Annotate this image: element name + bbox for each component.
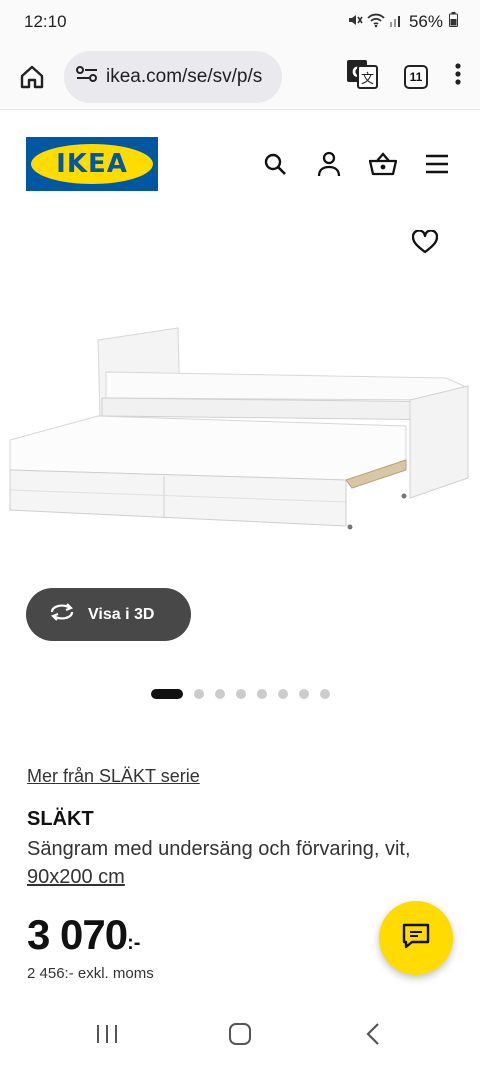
site-header: IKEA — [0, 110, 480, 218]
ikea-logo[interactable]: IKEA — [26, 137, 158, 191]
view-3d-label: Visa i 3D — [88, 605, 155, 623]
view-3d-button[interactable]: Visa i 3D — [26, 588, 191, 641]
gallery-dot[interactable] — [298, 689, 309, 699]
rotate-3d-icon — [48, 602, 76, 627]
status-right: 56% — [347, 12, 458, 33]
gallery-dot[interactable] — [150, 689, 183, 699]
hamburger-menu-icon[interactable] — [422, 149, 452, 179]
gallery-dot[interactable] — [256, 689, 267, 699]
home-icon[interactable] — [14, 59, 50, 95]
tab-switcher-icon[interactable]: 11 — [404, 64, 428, 89]
series-link[interactable]: Mer från SLÄKT serie — [27, 766, 200, 787]
cart-icon[interactable] — [368, 149, 398, 179]
battery-percent: 56% — [408, 12, 443, 31]
signal-icon — [389, 12, 403, 33]
mute-icon — [347, 12, 363, 33]
back-icon[interactable] — [343, 1014, 403, 1054]
gallery-dot[interactable] — [193, 689, 204, 699]
svg-text:文: 文 — [361, 72, 374, 87]
gallery-dot[interactable] — [319, 689, 330, 699]
wifi-icon — [367, 12, 385, 33]
translate-icon[interactable]: G文 — [346, 59, 378, 94]
search-icon[interactable] — [260, 149, 290, 179]
gallery-dot[interactable] — [277, 689, 288, 699]
chat-button[interactable] — [379, 901, 453, 975]
chat-icon — [402, 923, 430, 954]
address-bar[interactable]: ikea.com/se/sv/p/s — [64, 50, 282, 103]
product-image — [9, 327, 469, 530]
system-nav-bar — [0, 1000, 480, 1067]
url-text[interactable]: ikea.com/se/sv/p/s — [106, 66, 262, 88]
status-bar: 12:10 56% — [0, 0, 480, 44]
browser-toolbar: ikea.com/se/sv/p/s G文 11 — [0, 44, 480, 110]
logo-text: IKEA — [56, 149, 128, 179]
battery-icon — [449, 12, 458, 32]
price-excl-vat: 2 456:- exkl. moms — [27, 965, 154, 982]
heart-icon[interactable] — [411, 229, 440, 258]
product-gallery[interactable]: Visa i 3D — [0, 218, 480, 658]
price-suffix: :- — [127, 932, 141, 954]
product-description: Sängram med undersäng och förvaring, vit… — [27, 835, 437, 891]
recent-apps-icon[interactable] — [77, 1014, 137, 1054]
account-icon[interactable] — [314, 149, 344, 179]
gallery-dot[interactable] — [235, 689, 246, 699]
size-link[interactable]: 90x200 cm — [27, 866, 125, 888]
gallery-dot[interactable] — [214, 689, 225, 699]
logo-oval: IKEA — [31, 144, 153, 184]
product-description-text: Sängram med undersäng och förvaring, vit… — [27, 838, 411, 860]
site-settings-icon[interactable] — [76, 65, 98, 88]
gallery-pagination — [0, 688, 480, 700]
price-main: 3 070 — [27, 911, 128, 958]
home-nav-icon[interactable] — [210, 1014, 270, 1054]
product-name: SLÄKT — [27, 808, 94, 830]
more-menu-icon[interactable] — [454, 62, 462, 91]
status-time: 12:10 — [24, 12, 67, 31]
